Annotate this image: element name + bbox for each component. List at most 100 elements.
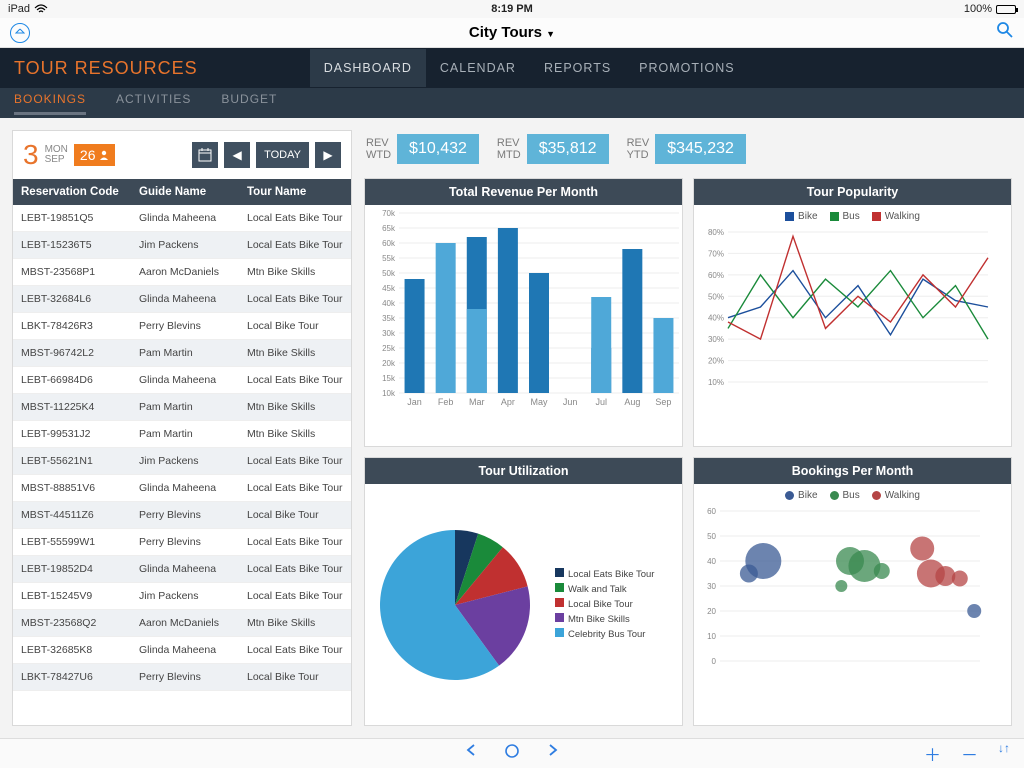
svg-text:40%: 40% bbox=[708, 314, 724, 323]
table-row[interactable]: LEBT-99531J2Pam MartinMtn Bike Skills bbox=[13, 421, 351, 448]
rev-wtd: REVWTD $10,432 bbox=[366, 134, 479, 164]
svg-text:10: 10 bbox=[707, 632, 716, 641]
table-row[interactable]: LEBT-55621N1Jim PackensLocal Eats Bike T… bbox=[13, 448, 351, 475]
ipad-status-bar: iPad 8:19 PM 100% bbox=[0, 0, 1024, 18]
table-row[interactable]: LEBT-55599W1Perry BlevinsLocal Eats Bike… bbox=[13, 529, 351, 556]
table-row[interactable]: MBST-23568Q2Aaron McDanielsMtn Bike Skil… bbox=[13, 610, 351, 637]
date-strip: 3 MONSEP 26 ◀ TODAY ▶ bbox=[13, 131, 351, 179]
utilization-legend: Local Eats Bike TourWalk and TalkLocal B… bbox=[555, 567, 654, 642]
table-row[interactable]: LEBT-66984D6Glinda MaheenaLocal Eats Bik… bbox=[13, 367, 351, 394]
table-row[interactable]: MBST-44511Z6Perry BlevinsLocal Bike Tour bbox=[13, 502, 351, 529]
svg-text:20k: 20k bbox=[382, 359, 396, 368]
bottom-toolbar: ＋ － ↓↑ bbox=[0, 738, 1024, 768]
today-button[interactable]: TODAY bbox=[256, 142, 309, 168]
subtab-activities[interactable]: ACTIVITIES bbox=[116, 92, 191, 115]
table-row[interactable]: LEBT-15245V9Jim PackensLocal Eats Bike T… bbox=[13, 583, 351, 610]
svg-text:65k: 65k bbox=[382, 224, 396, 233]
nav-forward-button[interactable] bbox=[546, 743, 560, 764]
table-row[interactable]: LBKT-78426R3Perry BlevinsLocal Bike Tour bbox=[13, 313, 351, 340]
table-row[interactable]: LEBT-15236T5Jim PackensLocal Eats Bike T… bbox=[13, 232, 351, 259]
remove-button[interactable]: － bbox=[961, 741, 978, 766]
secondary-nav: BOOKINGS ACTIVITIES BUDGET bbox=[0, 88, 1024, 118]
prev-day-button[interactable]: ◀ bbox=[224, 142, 250, 168]
table-row[interactable]: MBST-96742L2Pam MartinMtn Bike Skills bbox=[13, 340, 351, 367]
battery-icon bbox=[996, 5, 1016, 14]
svg-text:10%: 10% bbox=[708, 378, 724, 387]
table-row[interactable]: LBKT-78427U6Perry BlevinsLocal Bike Tour bbox=[13, 664, 351, 691]
svg-text:25k: 25k bbox=[382, 344, 396, 353]
svg-text:70%: 70% bbox=[708, 249, 724, 258]
bookings-chart-title: Bookings Per Month bbox=[694, 458, 1011, 484]
rev-mtd: REVMTD $35,812 bbox=[497, 134, 609, 164]
add-button[interactable]: ＋ bbox=[924, 741, 941, 766]
bookings-legend: BikeBusWalking bbox=[694, 484, 1011, 507]
date-dow-mon: MONSEP bbox=[45, 145, 68, 165]
bookings-chart-panel: Bookings Per Month BikeBusWalking 0 10 20 30… bbox=[693, 457, 1012, 726]
tab-dashboard[interactable]: DASHBOARD bbox=[310, 49, 426, 87]
tab-reports[interactable]: REPORTS bbox=[530, 49, 625, 87]
nav-back-button[interactable] bbox=[464, 743, 478, 764]
table-row[interactable]: LEBT-19851Q5Glinda MaheenaLocal Eats Bik… bbox=[13, 205, 351, 232]
device-label: iPad bbox=[8, 3, 30, 15]
col-tour[interactable]: Tour Name bbox=[239, 179, 351, 205]
table-row[interactable]: LEBT-19852D4Glinda MaheenaLocal Eats Bik… bbox=[13, 556, 351, 583]
svg-text:Jul: Jul bbox=[595, 397, 607, 407]
table-row[interactable]: LEBT-32685K8Glinda MaheenaLocal Eats Bik… bbox=[13, 637, 351, 664]
rev-wtd-value: $10,432 bbox=[397, 134, 479, 164]
sync-icon[interactable] bbox=[10, 23, 30, 43]
revenue-chart-title: Total Revenue Per Month bbox=[365, 179, 682, 205]
table-row[interactable]: LEBT-32684L6Glinda MaheenaLocal Eats Bik… bbox=[13, 286, 351, 313]
svg-text:60%: 60% bbox=[708, 271, 724, 280]
popularity-chart-panel: Tour Popularity BikeBusWalking10%20%30%4… bbox=[693, 178, 1012, 447]
date-day: 3 bbox=[23, 139, 39, 171]
svg-text:0: 0 bbox=[712, 657, 717, 666]
table-row[interactable]: MBST-88851V6Glinda MaheenaLocal Eats Bik… bbox=[13, 475, 351, 502]
next-day-button[interactable]: ▶ bbox=[315, 142, 341, 168]
svg-text:45k: 45k bbox=[382, 284, 396, 293]
svg-text:Sep: Sep bbox=[655, 397, 671, 407]
svg-text:50: 50 bbox=[707, 532, 716, 541]
svg-text:Feb: Feb bbox=[438, 397, 454, 407]
rev-mtd-value: $35,812 bbox=[527, 134, 609, 164]
svg-text:15k: 15k bbox=[382, 374, 396, 383]
wifi-icon bbox=[34, 4, 48, 14]
svg-text:Aug: Aug bbox=[624, 397, 640, 407]
nav-home-button[interactable] bbox=[504, 743, 520, 764]
subtab-bookings[interactable]: BOOKINGS bbox=[14, 92, 86, 115]
table-row[interactable]: MBST-11225K4Pam MartinMtn Bike Skills bbox=[13, 394, 351, 421]
col-reservation[interactable]: Reservation Code bbox=[13, 179, 131, 205]
calendar-icon[interactable] bbox=[192, 142, 218, 168]
col-guide[interactable]: Guide Name bbox=[131, 179, 239, 205]
svg-text:20: 20 bbox=[707, 607, 716, 616]
bookings-panel: 3 MONSEP 26 ◀ TODAY ▶ Reservation Code G… bbox=[12, 130, 352, 726]
svg-text:May: May bbox=[530, 397, 548, 407]
rev-ytd: REVYTD $345,232 bbox=[627, 134, 746, 164]
content-area: 3 MONSEP 26 ◀ TODAY ▶ Reservation Code G… bbox=[0, 118, 1024, 738]
search-icon[interactable] bbox=[996, 21, 1014, 44]
chevron-down-icon[interactable]: ▼ bbox=[546, 29, 555, 39]
svg-text:40: 40 bbox=[707, 557, 716, 566]
svg-text:30: 30 bbox=[707, 582, 716, 591]
guest-count-badge: 26 bbox=[74, 144, 115, 166]
utilization-chart-title: Tour Utilization bbox=[365, 458, 682, 484]
app-title[interactable]: City Tours bbox=[469, 24, 542, 41]
dashboard-right: REVWTD $10,432 REVMTD $35,812 REVYTD $34… bbox=[364, 130, 1012, 726]
svg-text:80%: 80% bbox=[708, 228, 724, 237]
utilization-chart-panel: Tour Utilization Local Eats Bike TourWal… bbox=[364, 457, 683, 726]
svg-text:Jun: Jun bbox=[563, 397, 578, 407]
svg-text:70k: 70k bbox=[382, 209, 396, 218]
subtab-budget[interactable]: BUDGET bbox=[221, 92, 277, 115]
tab-calendar[interactable]: CALENDAR bbox=[426, 49, 530, 87]
svg-text:55k: 55k bbox=[382, 254, 396, 263]
table-body: LEBT-19851Q5Glinda MaheenaLocal Eats Bik… bbox=[13, 205, 351, 725]
table-header: Reservation Code Guide Name Tour Name bbox=[13, 179, 351, 205]
svg-text:50%: 50% bbox=[708, 292, 724, 301]
tab-promotions[interactable]: PROMOTIONS bbox=[625, 49, 748, 87]
sort-button[interactable]: ↓↑ bbox=[998, 741, 1010, 766]
svg-text:30%: 30% bbox=[708, 335, 724, 344]
rev-ytd-value: $345,232 bbox=[655, 134, 746, 164]
revenue-chart-panel: Total Revenue Per Month 10k15k20k25k30k3… bbox=[364, 178, 683, 447]
svg-text:20%: 20% bbox=[708, 357, 724, 366]
table-row[interactable]: MBST-23568P1Aaron McDanielsMtn Bike Skil… bbox=[13, 259, 351, 286]
svg-text:Jan: Jan bbox=[407, 397, 422, 407]
